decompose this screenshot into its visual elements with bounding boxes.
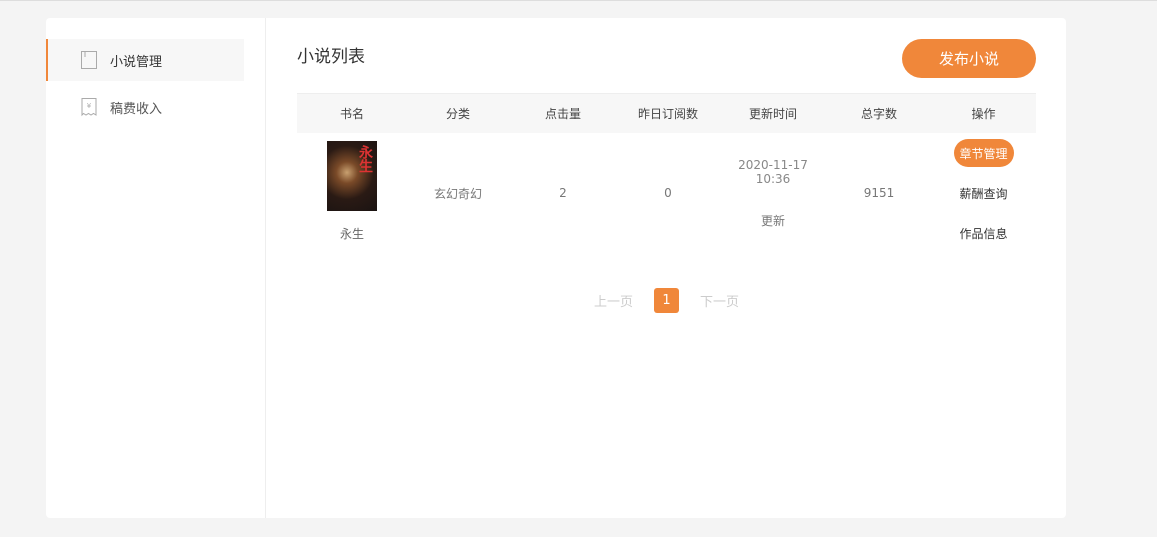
page-number-button[interactable]: 1 [654, 288, 679, 313]
prev-page-button[interactable]: 上一页 [594, 291, 633, 310]
sidebar-item-label: 稿费收入 [110, 101, 163, 117]
yesterday-subs-cell: 0 [664, 186, 672, 200]
column-header: 昨日订阅数 [637, 107, 698, 121]
salary-query-link[interactable]: 薪酬查询 [959, 179, 1007, 207]
page-title: 小说列表 [297, 47, 365, 67]
book-name: 永生 [339, 226, 364, 241]
chapter-manage-button[interactable]: 章节管理 [953, 139, 1014, 167]
update-label: 更新 [760, 213, 785, 228]
book-icon [80, 50, 98, 70]
cover-title: 永生 [357, 144, 373, 173]
clicks-cell: 2 [559, 186, 567, 200]
sidebar: 小说管理 ¥ 稿费收入 [46, 18, 266, 518]
book-cover[interactable]: 永生 [327, 140, 377, 211]
ops-cell: 章节管理 薪酬查询 作品信息 [931, 139, 1036, 247]
column-header: 更新时间 [748, 107, 797, 121]
column-header: 操作 [971, 107, 996, 121]
table-row: 永生 永生 玄幻奇幻 2 0 2020-11-17 10:36 更新 9151 [297, 133, 1036, 253]
book-cell: 永生 永生 [297, 140, 407, 244]
column-header: 总字数 [860, 107, 897, 121]
category-cell: 玄幻奇幻 [433, 186, 482, 201]
receipt-yen-icon: ¥ [80, 97, 98, 117]
svg-text:¥: ¥ [87, 102, 92, 110]
column-header: 点击量 [544, 107, 581, 121]
content-card: 小说管理 ¥ 稿费收入 小说列表 发布小说 书名 分类 点击量 昨日订阅数 更新… [46, 18, 1066, 518]
update-cell: 2020-11-17 10:36 更新 [719, 158, 827, 229]
sidebar-item-novel-manage[interactable]: 小说管理 [46, 39, 244, 81]
word-count-cell: 9151 [863, 186, 895, 200]
sidebar-item-royalty-income[interactable]: ¥ 稿费收入 [46, 86, 244, 128]
work-info-link[interactable]: 作品信息 [959, 219, 1007, 247]
novel-table: 书名 分类 点击量 昨日订阅数 更新时间 总字数 操作 永生 永生 玄幻奇幻 2… [297, 93, 1036, 253]
publish-novel-button[interactable]: 发布小说 [902, 39, 1036, 78]
column-header: 分类 [445, 107, 470, 121]
pagination: 上一页 1 下一页 [297, 288, 1036, 313]
next-page-button[interactable]: 下一页 [700, 291, 739, 310]
update-time: 2020-11-17 10:36 [738, 157, 808, 186]
column-header: 书名 [339, 107, 364, 121]
table-header: 书名 分类 点击量 昨日订阅数 更新时间 总字数 操作 [297, 93, 1036, 133]
sidebar-item-label: 小说管理 [110, 54, 163, 70]
